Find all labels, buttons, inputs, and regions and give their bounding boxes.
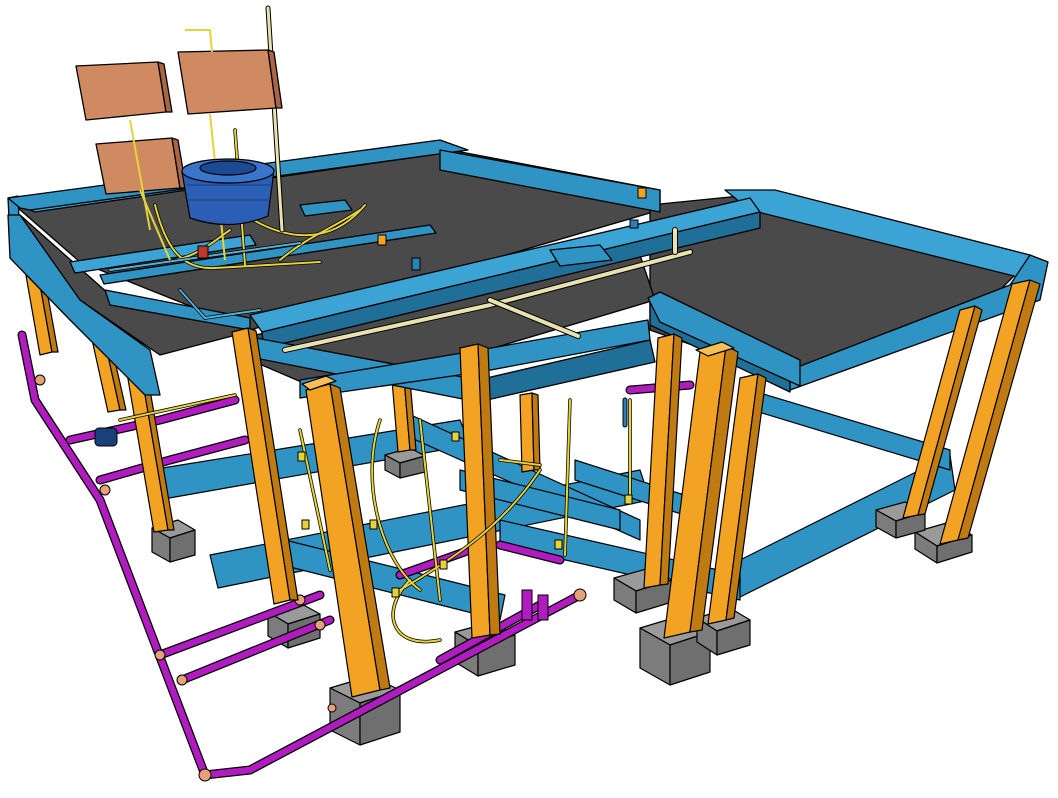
building-model-drawing — [7, 5, 1049, 782]
column — [519, 392, 541, 473]
water-tank — [181, 158, 275, 226]
solar-panel — [75, 61, 173, 121]
solar-panel — [177, 49, 283, 115]
pump-icon — [94, 427, 118, 447]
model-viewport[interactable] — [0, 0, 1058, 798]
